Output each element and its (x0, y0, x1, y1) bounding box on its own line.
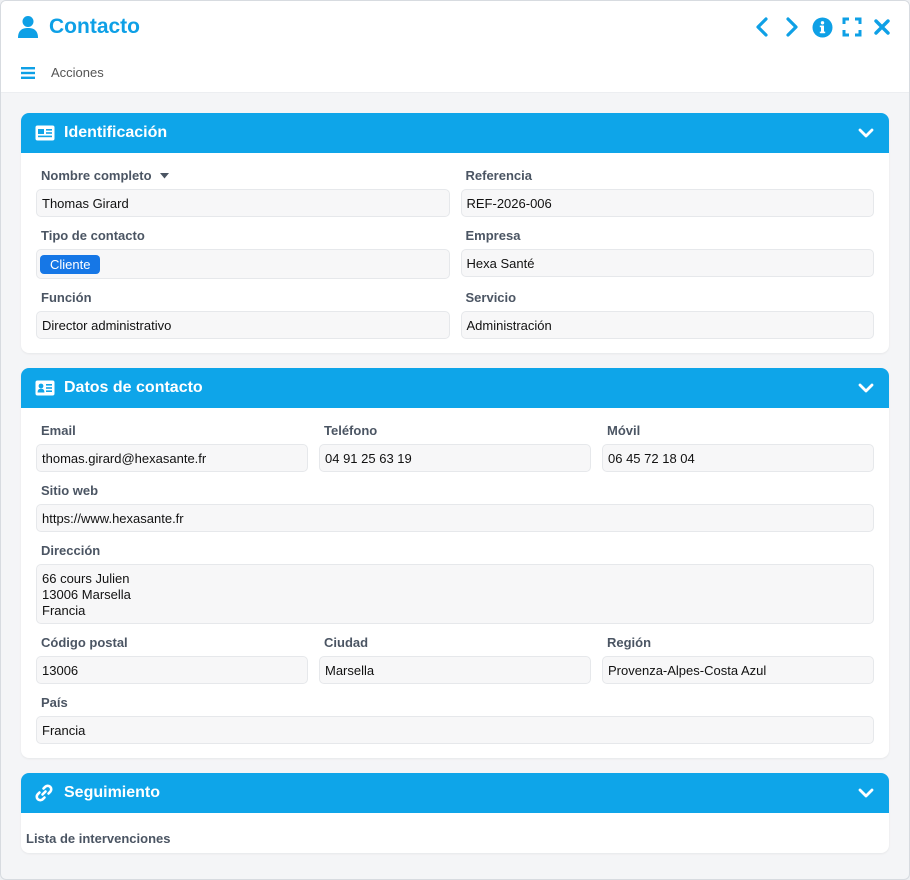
tipo-value[interactable]: Cliente (36, 249, 450, 279)
servicio-label: Servicio (465, 290, 517, 305)
pais-field: País Francia (36, 694, 874, 744)
identificacion-title: Identificación (64, 124, 168, 141)
direccion-label: Dirección (41, 543, 101, 558)
window-title: Contacto (49, 15, 140, 38)
funcion-value[interactable]: Director administrativo (36, 311, 450, 339)
identificacion-header[interactable]: Identificación (21, 113, 889, 153)
actions-menu[interactable]: Acciones (51, 65, 104, 80)
chevron-down-icon[interactable] (857, 124, 875, 142)
ciudad-label: Ciudad (324, 635, 369, 650)
ciudad-value[interactable]: Marsella (319, 656, 591, 684)
datos-contacto-body: Email thomas.girard@hexasante.fr Teléfon… (21, 408, 889, 758)
telefono-label: Teléfono (324, 423, 378, 438)
movil-value[interactable]: 06 45 72 18 04 (602, 444, 874, 472)
empresa-label: Empresa (465, 228, 521, 243)
pais-value[interactable]: Francia (36, 716, 874, 744)
direccion-value[interactable]: 66 cours Julien 13006 Marsella Francia (36, 564, 874, 624)
datos-contacto-header[interactable]: Datos de contacto (21, 368, 889, 408)
empresa-value[interactable]: Hexa Santé (460, 249, 874, 277)
datos-contacto-title: Datos de contacto (64, 379, 203, 396)
caret-down-icon[interactable] (159, 173, 169, 179)
nombre-value[interactable]: Thomas Girard (36, 189, 450, 217)
link-icon (35, 784, 55, 802)
tipo-field: Tipo de contacto Cliente (36, 227, 450, 279)
chevron-down-icon[interactable] (857, 784, 875, 802)
email-field: Email thomas.girard@hexasante.fr (36, 422, 308, 472)
funcion-label: Función (41, 290, 92, 305)
fullscreen-icon[interactable] (841, 16, 863, 38)
chevron-down-icon[interactable] (857, 379, 875, 397)
movil-label: Móvil (607, 423, 641, 438)
referencia-value[interactable]: REF-2026-006 (460, 189, 874, 217)
seguimiento-title: Seguimiento (64, 784, 161, 801)
servicio-value[interactable]: Administración (460, 311, 874, 339)
cp-value[interactable]: 13006 (36, 656, 308, 684)
funcion-field: Función Director administrativo (36, 289, 450, 339)
movil-field: Móvil 06 45 72 18 04 (602, 422, 874, 472)
chevron-left-icon[interactable] (751, 16, 773, 38)
seguimiento-panel: Seguimiento Lista de intervenciones (21, 773, 889, 853)
empresa-field: Empresa Hexa Santé (460, 227, 874, 279)
lista-intervenciones-label: Lista de intervenciones (26, 831, 171, 846)
region-value[interactable]: Provenza-Alpes-Costa Azul (602, 656, 874, 684)
identificacion-body: Nombre completo Thomas Girard Referencia… (21, 153, 889, 353)
info-icon[interactable] (811, 16, 833, 38)
id-card-icon (35, 124, 55, 142)
web-value[interactable]: https://www.hexasante.fr (36, 504, 874, 532)
user-icon (17, 15, 39, 39)
cp-label: Código postal (41, 635, 128, 650)
ciudad-field: Ciudad Marsella (319, 634, 591, 684)
pais-label: País (41, 695, 68, 710)
region-label: Región (607, 635, 652, 650)
chevron-right-icon[interactable] (781, 16, 803, 38)
contact-card-icon (35, 379, 55, 397)
nombre-field: Nombre completo Thomas Girard (36, 167, 450, 217)
tipo-badge[interactable]: Cliente (40, 254, 101, 274)
web-field: Sitio web https://www.hexasante.fr (36, 482, 874, 532)
window-actions (751, 16, 893, 38)
close-icon[interactable] (871, 16, 893, 38)
identificacion-panel: Identificación Nombre completo Thomas Gi… (21, 113, 889, 353)
referencia-label: Referencia (465, 168, 532, 183)
servicio-field: Servicio Administración (460, 289, 874, 339)
email-value[interactable]: thomas.girard@hexasante.fr (36, 444, 308, 472)
title-bar: Contacto (1, 1, 909, 53)
seguimiento-header[interactable]: Seguimiento (21, 773, 889, 813)
nombre-label: Nombre completo (41, 168, 152, 183)
cp-field: Código postal 13006 (36, 634, 308, 684)
hamburger-icon[interactable] (21, 66, 35, 80)
tipo-label: Tipo de contacto (41, 228, 145, 243)
contact-window: Contacto Acciones Identificación Nombre … (0, 0, 910, 880)
region-field: Región Provenza-Alpes-Costa Azul (602, 634, 874, 684)
datos-contacto-panel: Datos de contacto Email thomas.girard@he… (21, 368, 889, 758)
email-label: Email (41, 423, 76, 438)
content-area: Identificación Nombre completo Thomas Gi… (1, 93, 909, 879)
telefono-field: Teléfono 04 91 25 63 19 (319, 422, 591, 472)
web-label: Sitio web (41, 483, 99, 498)
actions-menu-bar: Acciones (1, 53, 909, 93)
referencia-field: Referencia REF-2026-006 (460, 167, 874, 217)
direccion-field: Dirección 66 cours Julien 13006 Marsella… (36, 542, 874, 624)
telefono-value[interactable]: 04 91 25 63 19 (319, 444, 591, 472)
